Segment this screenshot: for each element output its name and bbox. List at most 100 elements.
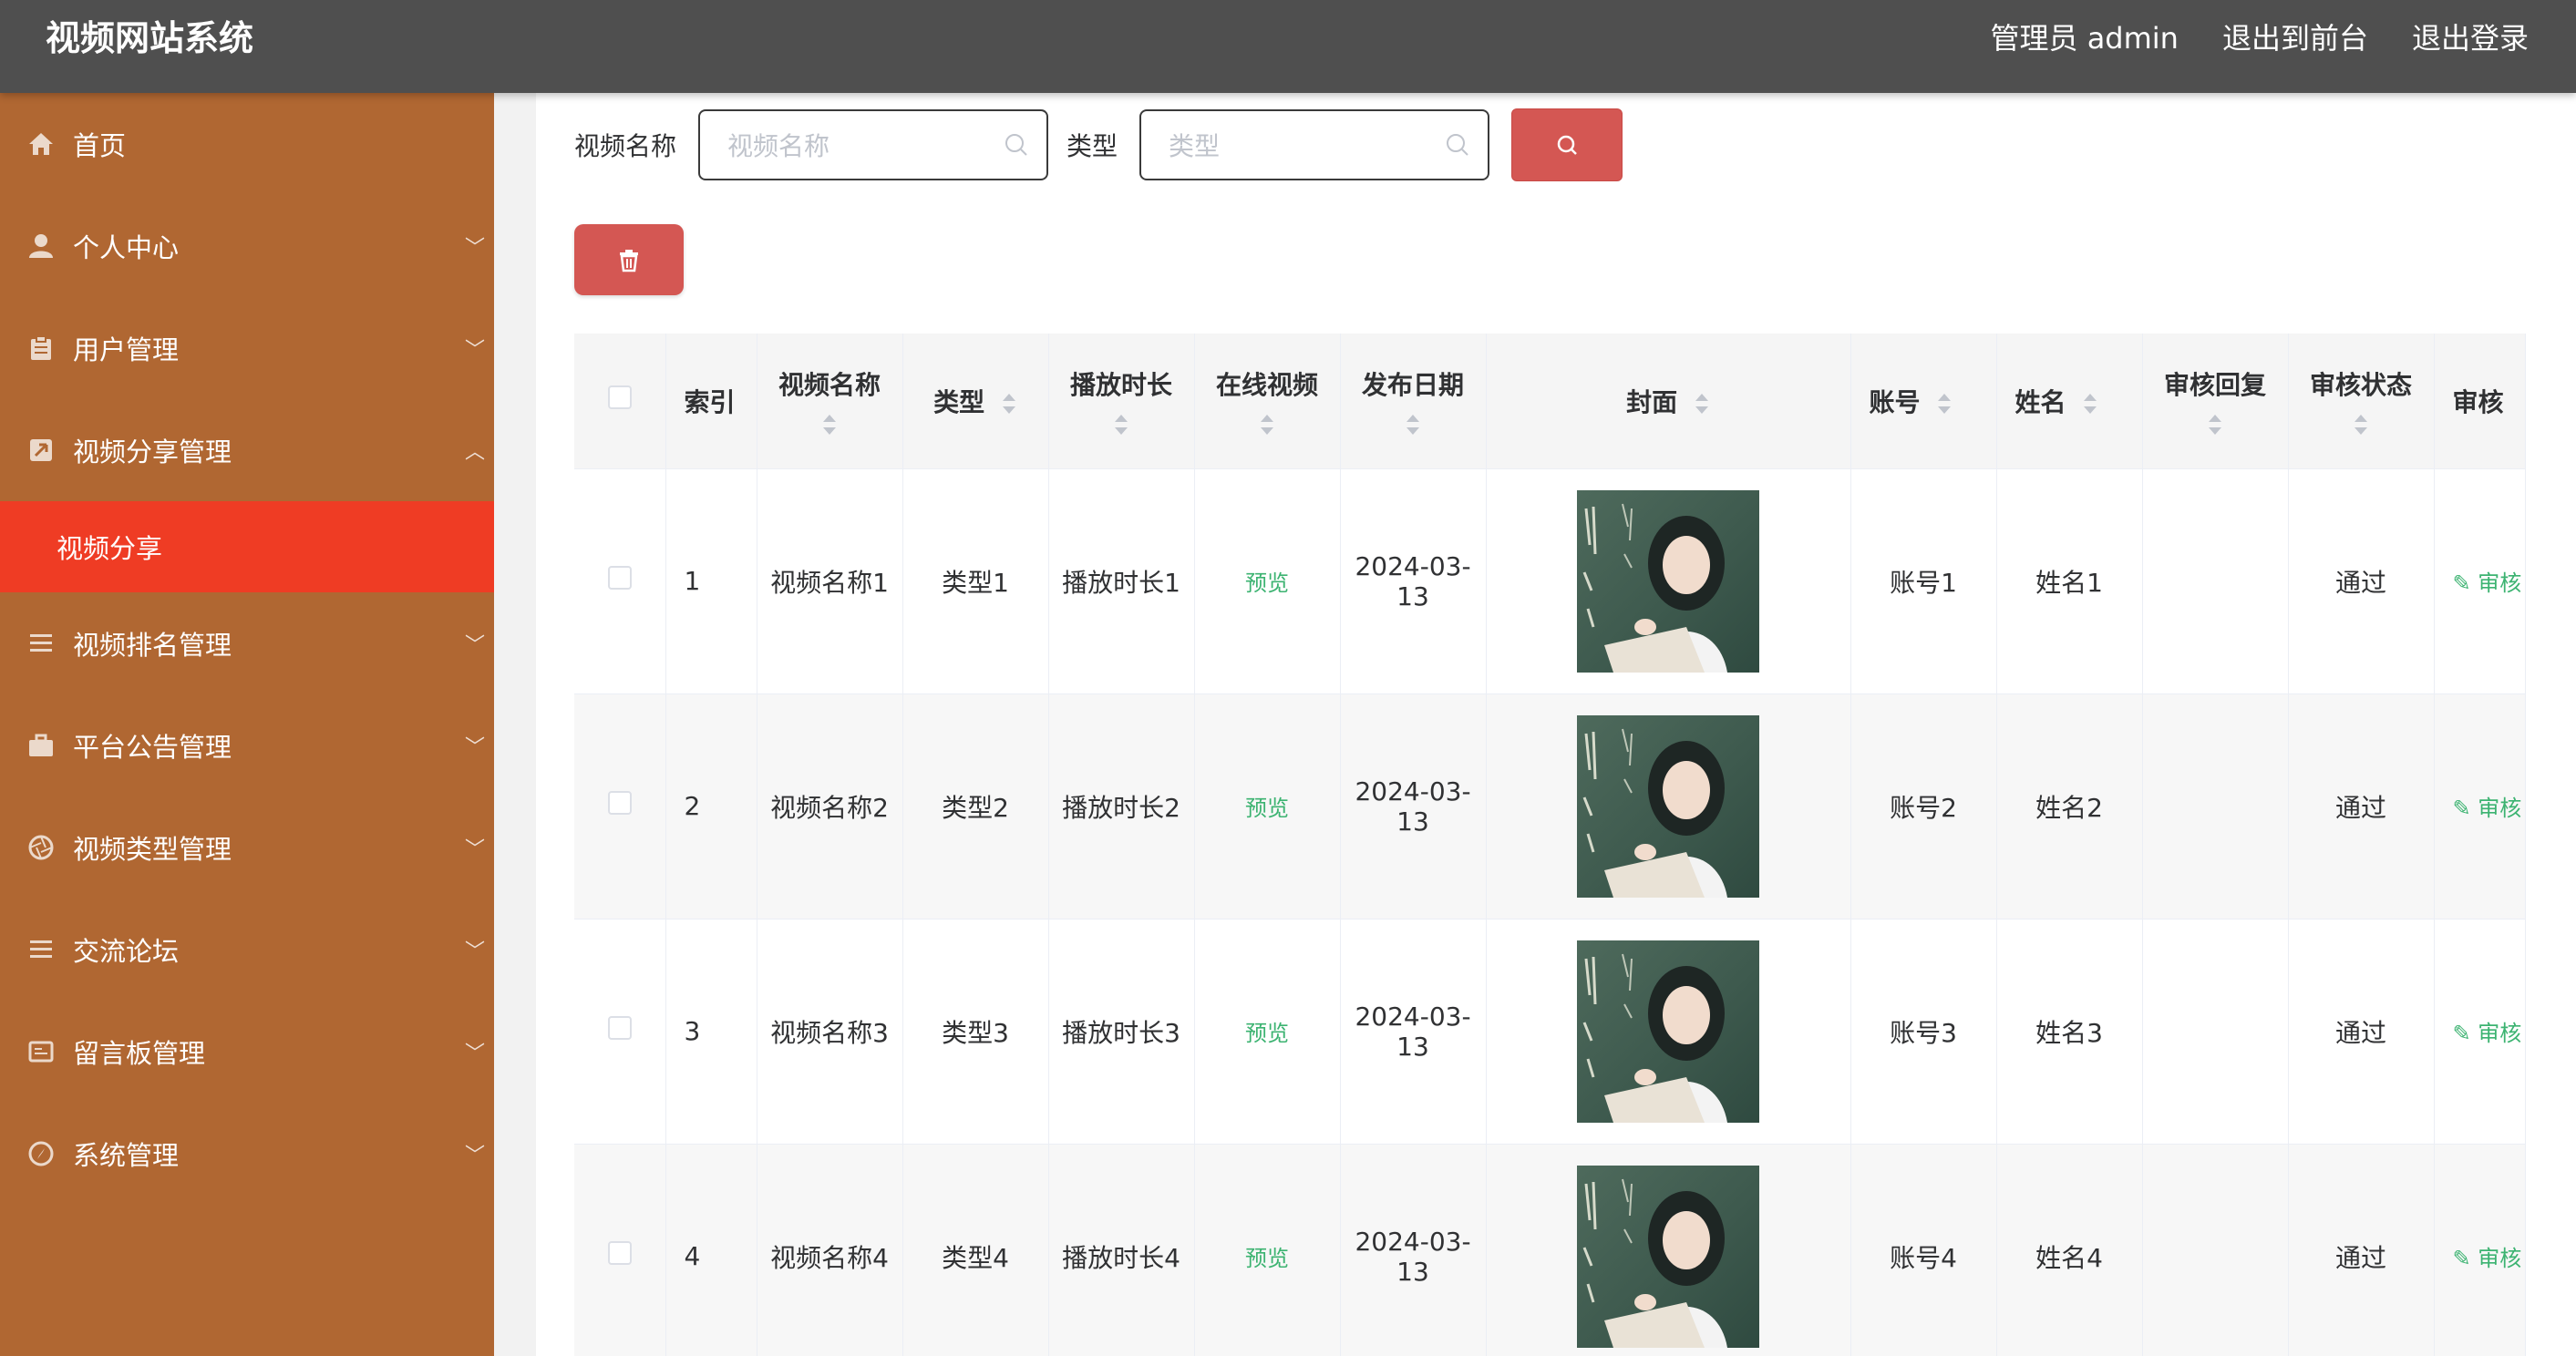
audit-status-cell: 通过 (2288, 468, 2435, 694)
sort-icon[interactable] (1936, 392, 1953, 416)
name-cell: 姓名1 (1996, 468, 2143, 694)
sort-icon[interactable] (1405, 413, 1421, 437)
table-row: 2 视频名称2 类型2 播放时长2 预览 2024-03-13 账号2 姓名2 … (574, 693, 2527, 919)
sidebar-item-personal-center[interactable]: 个人中心 ﹀ (0, 195, 494, 297)
type-header[interactable]: 类型 (902, 334, 1049, 469)
sidebar-item-message-board-management[interactable]: 留言板管理 ﹀ (0, 1001, 494, 1103)
online-video-header[interactable]: 在线视频 (1194, 334, 1341, 469)
audit-link[interactable]: ✎ 审核 (2453, 1021, 2522, 1046)
share-icon (27, 437, 55, 464)
cover-cell (1486, 468, 1851, 694)
sidebar-item-video-share-management[interactable]: 视频分享管理 ︿ (0, 399, 494, 501)
audit-link[interactable]: ✎ 审核 (2453, 1246, 2522, 1271)
video-name-cell: 视频名称1 (757, 468, 903, 694)
row-select-cell (574, 693, 666, 919)
chevron-down-icon: ﹀ (464, 940, 485, 963)
cover-illustration (1582, 953, 1727, 1123)
index-cell: 3 (665, 919, 757, 1145)
type-filter-label: 类型 (1066, 131, 1118, 161)
audit-link[interactable]: ✎ 审核 (2453, 570, 2522, 596)
sidebar-item-announcement-management[interactable]: 平台公告管理 ﹀ (0, 694, 494, 796)
table-row: 4 视频名称4 类型4 播放时长4 预览 2024-03-13 账号4 姓名4 … (574, 1144, 2527, 1356)
type-input-wrapper (1139, 109, 1490, 180)
video-share-table: 索引 视频名称 类型 播放时长 在线视频 发布日期 封面 账号 姓名 审核回复 … (574, 334, 2527, 1356)
row-checkbox[interactable] (607, 566, 632, 590)
audit-status-header[interactable]: 审核状态 (2288, 334, 2435, 469)
audit-reply-cell (2142, 468, 2289, 694)
account-cell: 账号1 (1850, 468, 1997, 694)
header-actions: 管理员 admin 退出到前台 退出登录 (1991, 18, 2529, 58)
cover-thumbnail[interactable] (1577, 489, 1759, 673)
user-icon (27, 232, 55, 260)
index-cell: 1 (665, 468, 757, 694)
cover-illustration (1582, 728, 1727, 898)
delete-button[interactable] (574, 224, 684, 295)
audit-link[interactable]: ✎ 审核 (2453, 796, 2522, 821)
row-checkbox[interactable] (607, 1016, 632, 1040)
chevron-down-icon: ﹀ (464, 1145, 485, 1167)
preview-link[interactable]: 预览 (1245, 796, 1289, 821)
search-button[interactable] (1511, 108, 1623, 181)
type-search-input[interactable] (1141, 111, 1445, 180)
chevron-down-icon: ﹀ (464, 237, 485, 260)
video-name-header[interactable]: 视频名称 (757, 334, 903, 469)
audit-header-label: 审核 (2452, 386, 2504, 417)
preview-link[interactable]: 预览 (1245, 570, 1289, 596)
sidebar: 首页 个人中心 ﹀ 用户管理 ﹀ 视频分享管理 ︿ 视频分享 视频排名管理 ﹀ (0, 93, 494, 1356)
preview-link[interactable]: 预览 (1245, 1021, 1289, 1046)
sort-icon[interactable] (2353, 413, 2369, 437)
video-name-search-input[interactable] (700, 111, 1004, 180)
cover-thumbnail[interactable] (1577, 714, 1759, 898)
audit-reply-cell (2142, 1144, 2289, 1356)
cover-header-label: 封面 (1626, 386, 1678, 417)
index-cell: 4 (665, 1144, 757, 1356)
menu-icon (27, 936, 55, 963)
audit-status-cell: 通过 (2288, 919, 2435, 1145)
publish-date-header[interactable]: 发布日期 (1340, 334, 1487, 469)
cover-thumbnail[interactable] (1577, 940, 1759, 1123)
audit-status-cell: 通过 (2288, 1144, 2435, 1356)
logout-link[interactable]: 退出登录 (2412, 18, 2529, 58)
account-cell: 账号3 (1850, 919, 1997, 1145)
audit-header: 审核 (2434, 334, 2527, 469)
sidebar-item-label: 视频类型管理 (73, 834, 232, 865)
account-header[interactable]: 账号 (1850, 334, 1997, 469)
sidebar-item-home[interactable]: 首页 (0, 93, 494, 195)
duration-header[interactable]: 播放时长 (1048, 334, 1195, 469)
chevron-down-icon: ﹀ (464, 634, 485, 657)
sort-icon[interactable] (2207, 413, 2223, 437)
account-header-label: 账号 (1869, 386, 1921, 417)
sort-icon[interactable] (1113, 413, 1129, 437)
sidebar-item-forum[interactable]: 交流论坛 ﹀ (0, 899, 494, 1001)
audit-status-header-label: 审核状态 (2309, 369, 2412, 400)
cover-header[interactable]: 封面 (1486, 334, 1851, 469)
sidebar-item-label: 个人中心 (73, 232, 180, 263)
name-header[interactable]: 姓名 (1996, 334, 2143, 469)
chevron-up-icon: ︿ (464, 441, 485, 464)
main-area: 视频名称 类型 (494, 93, 2576, 1356)
row-checkbox[interactable] (607, 1241, 632, 1265)
sidebar-subitem-label: 视频分享 (57, 533, 163, 564)
sort-icon[interactable] (821, 413, 838, 437)
sidebar-item-video-ranking-management[interactable]: 视频排名管理 ﹀ (0, 592, 494, 694)
audit-reply-header[interactable]: 审核回复 (2142, 334, 2289, 469)
content-panel: 视频名称 类型 (536, 93, 2576, 1356)
search-icon (1447, 134, 1468, 156)
select-all-checkbox[interactable] (607, 385, 632, 410)
sidebar-subitem-video-share[interactable]: 视频分享 (0, 501, 494, 592)
sidebar-item-system-management[interactable]: 系统管理 ﹀ (0, 1103, 494, 1205)
table-row: 1 视频名称1 类型1 播放时长1 预览 2024-03-13 账号1 姓名1 … (574, 468, 2527, 694)
audit-link-label: 审核 (2478, 1021, 2522, 1046)
sort-icon[interactable] (1259, 413, 1275, 437)
duration-cell: 播放时长1 (1048, 468, 1195, 694)
sort-icon[interactable] (2082, 392, 2098, 416)
exit-to-front-link[interactable]: 退出到前台 (2222, 18, 2368, 58)
sort-icon[interactable] (1001, 392, 1017, 416)
sidebar-item-video-type-management[interactable]: 视频类型管理 ﹀ (0, 796, 494, 899)
sidebar-item-user-management[interactable]: 用户管理 ﹀ (0, 297, 494, 399)
cover-thumbnail[interactable] (1577, 1165, 1759, 1348)
sidebar-item-label: 平台公告管理 (73, 732, 232, 763)
row-checkbox[interactable] (607, 791, 632, 815)
preview-link[interactable]: 预览 (1245, 1246, 1289, 1271)
sort-icon[interactable] (1694, 392, 1710, 416)
